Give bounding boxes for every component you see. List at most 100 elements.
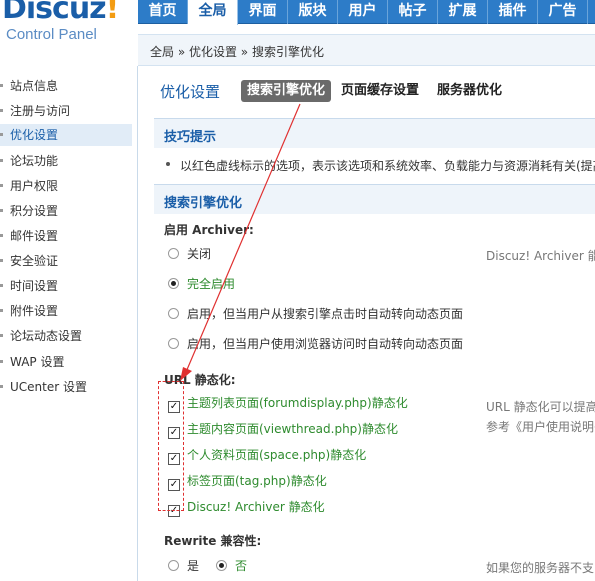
nav-extensions[interactable]: 扩展: [438, 0, 488, 24]
option-label: 主题内容页面(viewthread.php)静态化: [187, 422, 398, 436]
sidebar-item-label: 邮件设置: [10, 229, 59, 243]
nav-users[interactable]: 用户: [338, 0, 388, 24]
url-static-viewthread[interactable]: ✓ 主题内容页面(viewthread.php)静态化: [168, 420, 398, 439]
seo-header: 搜索引擎优化: [154, 184, 595, 214]
archiver-note: Discuz! Archiver 能: [486, 249, 595, 263]
url-static-forumdisplay[interactable]: ✓ 主题列表页面(forumdisplay.php)静态化: [168, 394, 408, 413]
bullet-icon: [0, 184, 3, 187]
sidebar-item-label: 注册与访问: [10, 104, 71, 118]
main-content: 优化设置 搜索引擎优化 页面缓存设置 服务器优化 技巧提示 以红色虚线标示的选项…: [146, 72, 595, 581]
bullet-icon: [0, 109, 3, 112]
breadcrumb: 全局 » 优化设置 » 搜索引擎优化: [150, 45, 324, 59]
sidebar-item-label: 论坛功能: [10, 154, 59, 168]
highlight-box: [158, 381, 184, 511]
sidebar-item-time[interactable]: 时间设置: [0, 275, 132, 297]
sidebar-item-ucenter[interactable]: UCenter 设置: [0, 376, 132, 398]
option-label: 主题列表页面(forumdisplay.php)静态化: [187, 396, 408, 410]
bullet-icon: [0, 209, 3, 212]
sidebar-item-forum-features[interactable]: 论坛功能: [0, 150, 132, 172]
sidebar-item-register[interactable]: 注册与访问: [0, 100, 132, 122]
sidebar-item-wap[interactable]: WAP 设置: [0, 351, 132, 373]
url-static-tag[interactable]: ✓ 标签页面(tag.php)静态化: [168, 472, 327, 491]
logo-text: Discuz: [2, 0, 107, 26]
radio-icon[interactable]: [168, 560, 179, 571]
nav-ads[interactable]: 广告: [538, 0, 588, 24]
option-label: 是: [187, 559, 200, 573]
nav-global[interactable]: 全局: [188, 0, 238, 25]
logo-bang: !: [105, 0, 120, 26]
bullet-icon: [0, 334, 3, 337]
archiver-label: 启用 Archiver:: [164, 223, 254, 237]
sidebar: 站点信息 注册与访问 优化设置 论坛功能 用户权限 积分设置 邮件设置 安全验证…: [0, 66, 138, 581]
top-nav: 首页 全局 界面 版块 用户 帖子 扩展 插件 广告: [138, 0, 595, 25]
nav-forums[interactable]: 版块: [288, 0, 338, 24]
nav-home[interactable]: 首页: [138, 0, 188, 24]
bullet-icon: [0, 259, 3, 262]
logo[interactable]: Discuz! Control Panel: [0, 0, 138, 66]
seo-header-title: 搜索引擎优化: [164, 196, 243, 211]
sidebar-item-label: 用户权限: [10, 179, 59, 193]
url-static-archiver[interactable]: ✓ Discuz! Archiver 静态化: [168, 498, 325, 517]
option-label: 标签页面(tag.php)静态化: [187, 474, 327, 488]
sidebar-item-label: 站点信息: [10, 79, 59, 93]
tip-text: 以红色虚线标示的选项，表示该选项和系统效率、负载能力与资源消耗有关(提高: [180, 159, 595, 173]
tips-header: 技巧提示: [154, 118, 595, 148]
archiver-option-browser-redirect[interactable]: 启用，但当用户使用浏览器访问时自动转向动态页面: [168, 335, 463, 353]
rewrite-label: Rewrite 兼容性:: [164, 534, 262, 548]
sidebar-item-label: 论坛动态设置: [10, 329, 83, 343]
archiver-option-search-redirect[interactable]: 启用，但当用户从搜索引擎点击时自动转向动态页面: [168, 305, 463, 323]
radio-icon[interactable]: [168, 248, 179, 259]
option-label: 个人资料页面(space.php)静态化: [187, 448, 367, 462]
breadcrumb-bar: 全局 » 优化设置 » 搜索引擎优化: [138, 34, 595, 66]
nav-posts[interactable]: 帖子: [388, 0, 438, 24]
bullet-icon: [0, 360, 3, 363]
bullet-icon: [0, 309, 3, 312]
nav-interface[interactable]: 界面: [238, 0, 288, 24]
bullet-icon: [0, 385, 3, 388]
bullet-icon: [0, 84, 3, 87]
rewrite-option-yes[interactable]: 是: [168, 557, 199, 575]
bullet-icon: [0, 159, 3, 162]
archiver-option-full[interactable]: 完全启用: [168, 275, 235, 293]
option-label: Discuz! Archiver 静态化: [187, 500, 325, 514]
radio-icon[interactable]: [168, 308, 179, 319]
radio-selected-icon[interactable]: [168, 278, 179, 289]
bullet-icon: [166, 162, 170, 166]
sidebar-item-permissions[interactable]: 用户权限: [0, 175, 132, 197]
url-static-space[interactable]: ✓ 个人资料页面(space.php)静态化: [168, 446, 367, 465]
header: Discuz! Control Panel 首页 全局 界面 版块 用户 帖子 …: [0, 0, 595, 66]
url-static-note-2: 参考《用户使用说明书: [486, 420, 595, 434]
tab-page-cache[interactable]: 页面缓存设置: [335, 80, 425, 102]
sidebar-item-attachments[interactable]: 附件设置: [0, 300, 132, 322]
sidebar-item-optimize[interactable]: 优化设置: [0, 124, 132, 146]
radio-icon[interactable]: [168, 338, 179, 349]
sidebar-item-feed[interactable]: 论坛动态设置: [0, 325, 132, 347]
bullet-icon: [0, 133, 3, 136]
sidebar-item-mail[interactable]: 邮件设置: [0, 225, 132, 247]
nav-plugins[interactable]: 插件: [488, 0, 538, 24]
bullet-icon: [0, 234, 3, 237]
sidebar-item-label: 积分设置: [10, 204, 59, 218]
option-label: 完全启用: [187, 277, 236, 291]
sidebar-item-label: WAP 设置: [10, 355, 65, 369]
url-static-note: URL 静态化可以提高: [486, 400, 595, 414]
radio-selected-icon[interactable]: [216, 560, 227, 571]
sidebar-item-site-info[interactable]: 站点信息: [0, 75, 132, 97]
sidebar-item-security[interactable]: 安全验证: [0, 250, 132, 272]
page-title: 优化设置: [160, 83, 221, 101]
option-label: 否: [235, 559, 248, 573]
rewrite-option-no[interactable]: 否: [216, 557, 247, 575]
sidebar-item-label: UCenter 设置: [10, 380, 87, 394]
archiver-option-off[interactable]: 关闭: [168, 245, 211, 263]
tab-server-optimize[interactable]: 服务器优化: [431, 80, 508, 102]
sidebar-item-credits[interactable]: 积分设置: [0, 200, 132, 222]
tips-header-title: 技巧提示: [164, 130, 217, 145]
option-label: 关闭: [187, 247, 212, 261]
option-label: 启用，但当用户使用浏览器访问时自动转向动态页面: [187, 337, 464, 351]
sidebar-item-label: 时间设置: [10, 279, 59, 293]
sidebar-item-label: 安全验证: [10, 254, 59, 268]
rewrite-note: 如果您的服务器不支: [486, 561, 595, 575]
logo-subtitle: Control Panel: [6, 26, 97, 43]
sidebar-item-label: 附件设置: [10, 304, 59, 318]
tab-seo[interactable]: 搜索引擎优化: [241, 80, 332, 102]
